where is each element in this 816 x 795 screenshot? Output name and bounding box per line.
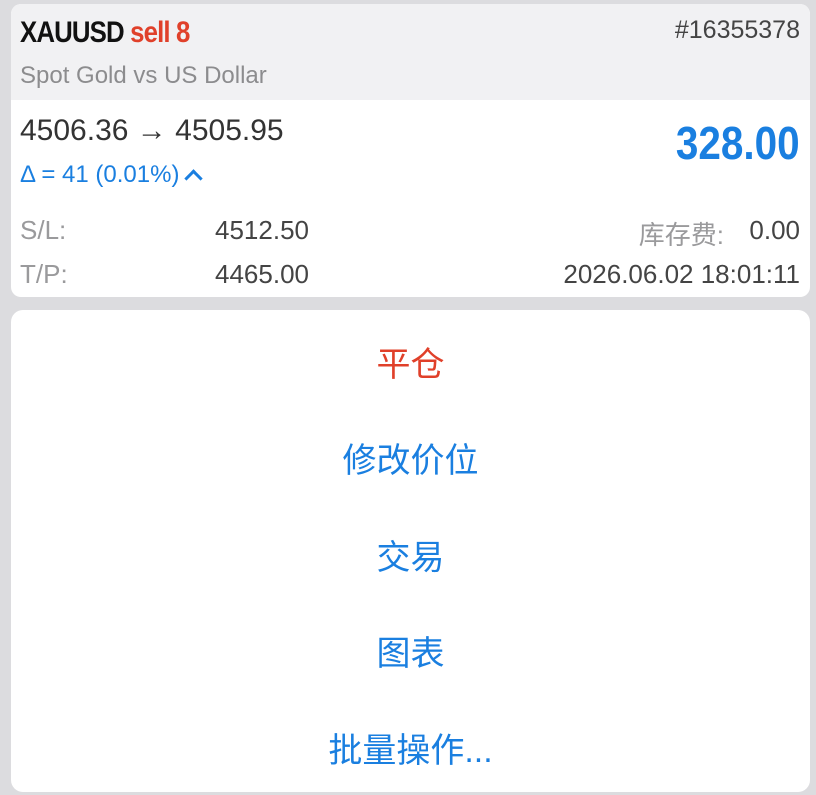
trade-side: sell [130, 16, 170, 49]
modify-levels-button[interactable]: 修改价位 [11, 433, 810, 482]
trade-volume: 8 [176, 16, 190, 49]
open-price: 4506.36 [20, 114, 129, 147]
position-card[interactable]: XAUUSD sell 8 #16355378 Spot Gold vs US … [11, 4, 810, 297]
chart-button[interactable]: 图表 [11, 626, 810, 675]
trade-button[interactable]: 交易 [11, 530, 810, 579]
bulk-operations-button[interactable]: 批量操作... [11, 723, 810, 772]
tp-label: T/P: [20, 259, 68, 289]
price-line: 4506.36 → 4505.95 [20, 114, 284, 148]
action-menu: 平仓 修改价位 交易 图表 批量操作... [11, 310, 810, 792]
delta-text: Δ = 41 (0.01%) [20, 161, 180, 188]
position-header: XAUUSD sell 8 #16355378 Spot Gold vs US … [11, 4, 810, 100]
sl-label: S/L: [20, 215, 67, 245]
sl-value: 4512.50 [215, 215, 309, 245]
symbol-name: XAUUSD [20, 16, 125, 49]
position-title: XAUUSD sell 8 [20, 16, 190, 50]
swap-label: 库存费: [638, 220, 724, 250]
close-position-button[interactable]: 平仓 [11, 337, 810, 386]
tp-value: 4465.00 [215, 259, 309, 289]
arrow-icon: → [136, 114, 167, 147]
profit-value: 328.00 [676, 117, 800, 169]
open-datetime: 2026.06.02 18:01:11 [563, 259, 800, 289]
swap-value: 0.00 [749, 215, 800, 245]
symbol-description: Spot Gold vs US Dollar [20, 62, 267, 89]
chevron-up-icon[interactable] [184, 169, 204, 188]
ticket-number: #16355378 [674, 16, 800, 44]
current-price: 4505.95 [175, 114, 284, 147]
price-delta[interactable]: Δ = 41 (0.01%) [20, 161, 204, 189]
